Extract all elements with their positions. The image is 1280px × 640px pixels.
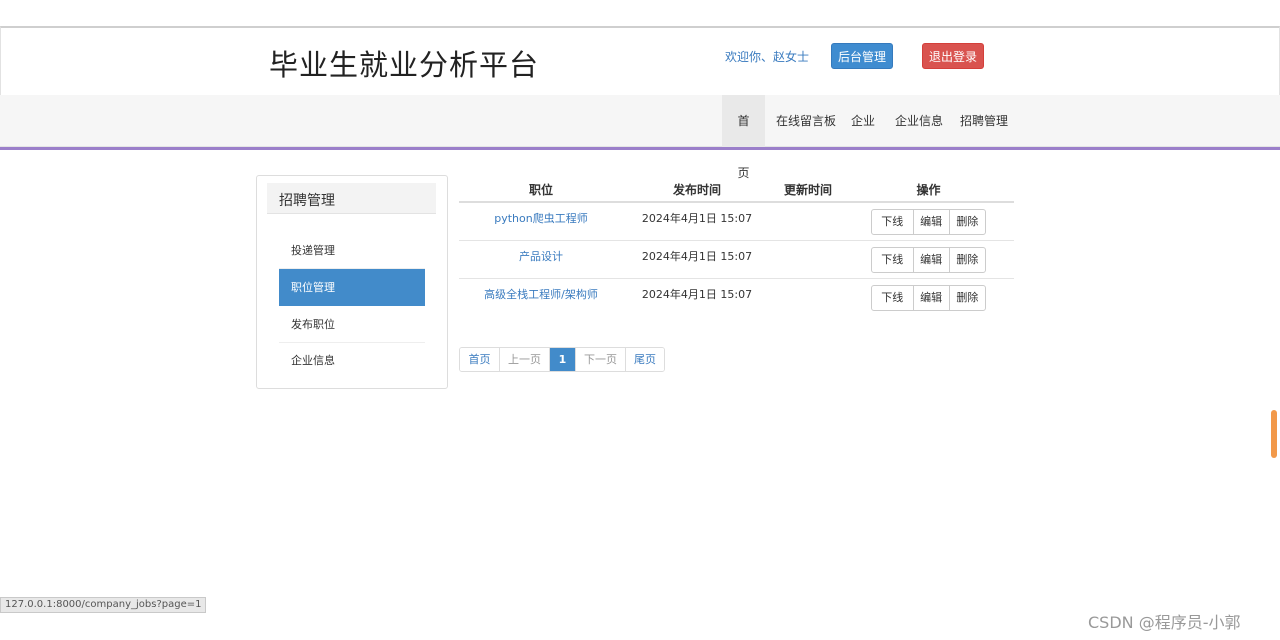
sidebar-panel: 招聘管理 投递管理 职位管理 发布职位 企业信息 [256,175,448,389]
pagination-prev[interactable]: 上一页 [500,348,550,371]
nav-item-company-info[interactable]: 企业信息 [885,95,953,147]
column-header-updated: 更新时间 [783,183,832,197]
offline-button[interactable]: 下线 [872,286,914,310]
pagination-next[interactable]: 下一页 [576,348,626,371]
nav-item-recruitment[interactable]: 招聘管理 [950,95,1018,147]
sidebar-item-company-info[interactable]: 企业信息 [279,342,425,379]
top-header: 毕业生就业分析平台 欢迎你、赵女士 后台管理 退出登录 [0,26,1280,95]
offline-button[interactable]: 下线 [872,248,914,272]
scroll-indicator[interactable] [1271,410,1277,458]
job-title-link[interactable]: 高级全栈工程师/架构师 [459,286,623,302]
sidebar-item-post-job[interactable]: 发布职位 [279,306,425,343]
published-time: 2024年4月1日 15:07 [641,288,753,301]
column-header-position: 职位 [528,183,553,197]
watermark: CSDN @程序员-小郭 [1088,613,1241,632]
sidebar-header: 招聘管理 [267,183,436,214]
published-time: 2024年4月1日 15:07 [641,212,753,225]
row-divider [459,240,1014,241]
nav-item-companies[interactable]: 企业 [841,95,885,147]
column-header-actions: 操作 [916,183,941,197]
delete-button[interactable]: 删除 [950,248,985,272]
job-title-link[interactable]: 产品设计 [459,248,623,264]
sidebar-item-applications[interactable]: 投递管理 [279,232,425,269]
welcome-text: 欢迎你、赵女士 [725,50,810,64]
browser-status-url: 127.0.0.1:8000/company_jobs?page=1 [0,597,207,613]
delete-button[interactable]: 删除 [950,286,985,310]
edit-button[interactable]: 编辑 [914,286,950,310]
row-actions: 下线 编辑 删除 [871,209,986,235]
sidebar-title: 招聘管理 [279,193,335,209]
nav-item-message-board[interactable]: 在线留言板 [766,95,846,147]
published-time: 2024年4月1日 15:07 [641,250,753,263]
edit-button[interactable]: 编辑 [914,248,950,272]
nav-accent-bar [0,147,1280,150]
column-header-published: 发布时间 [672,183,721,197]
delete-button[interactable]: 删除 [950,210,985,234]
job-title-link[interactable]: python爬虫工程师 [459,210,623,226]
nav-item-home[interactable]: 首页 [722,95,765,180]
pagination-last[interactable]: 尾页 [626,348,664,371]
sidebar-item-job-management[interactable]: 职位管理 [279,269,425,306]
admin-button[interactable]: 后台管理 [831,43,893,69]
logout-button[interactable]: 退出登录 [922,43,984,69]
pagination: 首页 上一页 1 下一页 尾页 [459,347,665,372]
table-header-divider [459,201,1014,203]
row-actions: 下线 编辑 删除 [871,285,986,311]
offline-button[interactable]: 下线 [872,210,914,234]
row-divider [459,278,1014,279]
main-nav: 首页 在线留言板 企业 企业信息 招聘管理 [0,95,1280,180]
edit-button[interactable]: 编辑 [914,210,950,234]
pagination-first[interactable]: 首页 [460,348,500,371]
site-title: 毕业生就业分析平台 [269,48,540,82]
pagination-current[interactable]: 1 [550,348,576,371]
row-actions: 下线 编辑 删除 [871,247,986,273]
